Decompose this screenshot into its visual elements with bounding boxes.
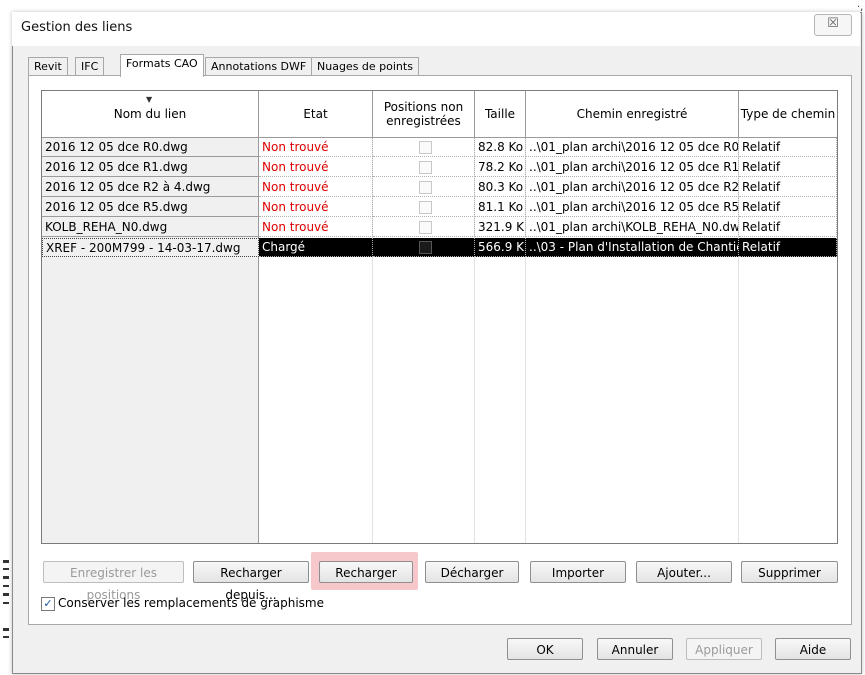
link-state: Non trouvé [259,158,373,177]
link-size: 80.3 Ko [475,178,526,197]
link-size: 321.9 K [475,218,526,237]
positions-checkbox [419,141,432,154]
link-size: 81.1 Ko [475,198,526,217]
tab-ifc[interactable]: IFC [75,57,105,76]
table-row[interactable]: 2016 12 05 dce R2 à 4.dwg Non trouvé 80.… [42,178,837,198]
remove-button[interactable]: Supprimer [741,561,838,583]
table-row[interactable]: 2016 12 05 dce R1.dwg Non trouvé 78.2 Ko… [42,158,837,178]
table-row[interactable]: 2016 12 05 dce R0.dwg Non trouvé 82.8 Ko… [42,138,837,158]
column-header-name[interactable]: ▼ Nom du lien [42,91,259,138]
column-header-path-type[interactable]: Type de chemin [739,91,837,138]
link-name: 2016 12 05 dce R1.dwg [42,158,259,177]
column-header-path[interactable]: Chemin enregistré [526,91,739,138]
link-state: Non trouvé [259,198,373,217]
table-row[interactable]: 2016 12 05 dce R5.dwg Non trouvé 81.1 Ko… [42,198,837,218]
link-name: KOLB_REHA_N0.dwg [42,218,259,237]
link-size: 82.8 Ko [475,138,526,157]
left-edge-marks [3,560,9,638]
checkmark-icon: ✓ [43,597,53,610]
table-row-selected[interactable]: XREF - 200M799 - 14-03-17.dwg Chargé 566… [42,238,837,258]
add-button[interactable]: Ajouter... [636,561,732,583]
link-path: ..\01_plan archi\2016 12 05 dce R1.d [526,158,739,177]
save-positions-button[interactable]: Enregistrer les positions [43,561,184,602]
close-icon: ☒ [827,16,839,31]
ok-button[interactable]: OK [507,638,583,660]
keep-overrides-checkbox[interactable]: ✓ [41,597,55,611]
positions-checkbox [419,201,432,214]
link-path-type: Relatif [739,198,837,217]
tab-formats-cao[interactable]: Formats CAO [120,54,204,77]
table-row[interactable]: KOLB_REHA_N0.dwg Non trouvé 321.9 K ..\0… [42,218,837,238]
positions-cell [373,238,475,257]
column-header-state[interactable]: Etat [259,91,373,138]
link-name: XREF - 200M799 - 14-03-17.dwg [42,238,259,257]
link-path-type: Relatif [739,138,837,157]
link-state: Chargé [259,238,373,257]
corner-mark: ·, [857,2,864,13]
cancel-button[interactable]: Annuler [597,638,673,660]
tab-nuages-de-points[interactable]: Nuages de points [311,57,419,76]
positions-cell [373,198,475,217]
link-path: ..\01_plan archi\2016 12 05 dce R2 à [526,178,739,197]
link-name: 2016 12 05 dce R0.dwg [42,138,259,157]
unload-button[interactable]: Décharger [425,561,519,583]
positions-cell [373,158,475,177]
sort-arrow-icon: ▼ [146,95,153,104]
link-path: ..\01_plan archi\2016 12 05 dce R5.d [526,198,739,217]
link-path-type: Relatif [739,218,837,237]
keep-overrides-label: Conserver les remplacements de graphisme [58,596,324,610]
apply-button[interactable]: Appliquer [686,638,762,660]
title-bar [12,12,860,46]
link-state: Non trouvé [259,218,373,237]
reload-button[interactable]: Recharger [319,561,413,583]
positions-cell [373,178,475,197]
link-path-type: Relatif [739,158,837,177]
link-size: 78.2 Ko [475,158,526,177]
column-header-size[interactable]: Taille [475,91,526,138]
tab-revit[interactable]: Revit [28,57,68,76]
link-state: Non trouvé [259,138,373,157]
reload-from-button[interactable]: Recharger depuis... [193,561,309,602]
positions-checkbox [419,181,432,194]
link-name: 2016 12 05 dce R2 à 4.dwg [42,178,259,197]
positions-checkbox [419,161,432,174]
link-state: Non trouvé [259,178,373,197]
import-button[interactable]: Importer [530,561,626,583]
links-table: ▼ Nom du lien Etat Positions non enregis… [41,90,838,544]
link-size: 566.9 K [475,238,526,257]
close-button[interactable]: ☒ [814,14,852,36]
positions-checkbox [419,221,432,234]
positions-cell [373,218,475,237]
link-path: ..\01_plan archi\2016 12 05 dce R0.d [526,138,739,157]
link-path-type: Relatif [739,178,837,197]
link-path: ..\03 - Plan d'Installation de Chantie [526,238,739,257]
link-name: 2016 12 05 dce R5.dwg [42,198,259,217]
dialog-title: Gestion des liens [21,20,133,35]
column-header-positions[interactable]: Positions non enregistrées [373,91,475,138]
tab-annotations-dwf[interactable]: Annotations DWF [205,57,313,76]
link-path: ..\01_plan archi\KOLB_REHA_N0.dw [526,218,739,237]
positions-checkbox [419,241,432,254]
link-path-type: Relatif [739,238,837,257]
positions-cell [373,138,475,157]
help-button[interactable]: Aide [775,638,851,660]
